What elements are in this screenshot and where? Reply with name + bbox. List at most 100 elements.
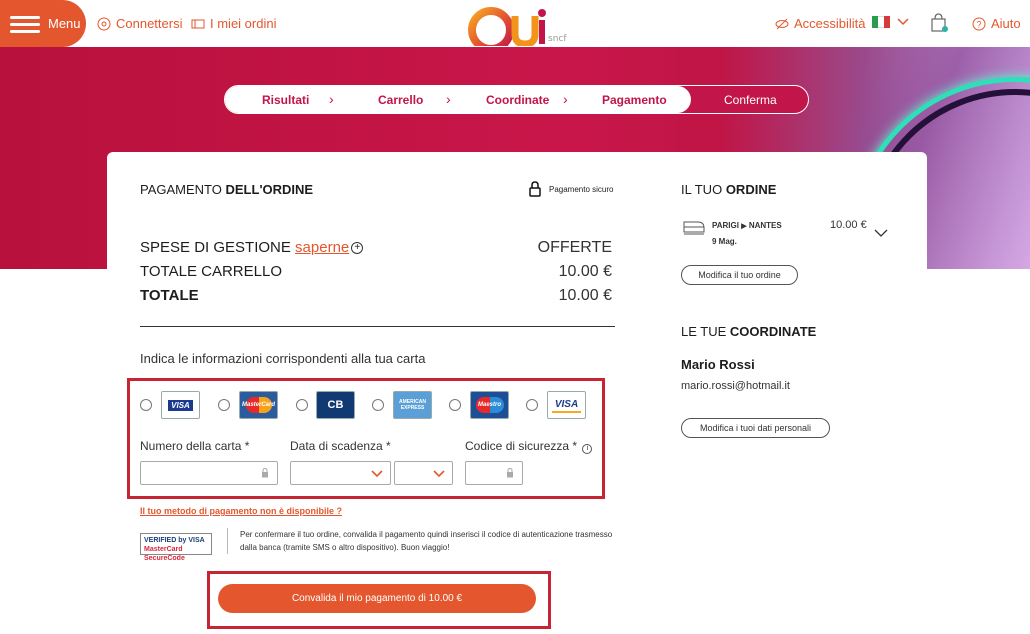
logo-subtext: sncf xyxy=(548,34,567,44)
step-chevron-icon: › xyxy=(563,91,568,107)
edit-personal-data-button[interactable]: Modifica i tuoi dati personali xyxy=(681,418,830,438)
radio-maestro[interactable] xyxy=(449,399,461,411)
step-coordinate[interactable]: Coordinate xyxy=(486,93,549,107)
visa-card-icon-2[interactable]: VISA xyxy=(547,391,586,419)
card-number-input[interactable] xyxy=(140,461,278,485)
cb-card-icon[interactable]: CB xyxy=(316,391,355,419)
step-risultati[interactable]: Risultati xyxy=(262,93,309,107)
contact-title-bold: COORDINATE xyxy=(729,324,817,339)
secure-payment-badge: Pagamento sicuro xyxy=(529,181,613,197)
hamburger-icon xyxy=(10,15,40,33)
total-row: TOTALE 10.00 € xyxy=(140,287,612,305)
menu-button[interactable]: Menu xyxy=(0,0,86,47)
my-orders-link[interactable]: I miei ordini xyxy=(191,16,276,31)
total-value: 10.00 € xyxy=(558,287,612,304)
italian-flag-icon xyxy=(872,16,890,28)
svg-text:?: ? xyxy=(976,19,981,29)
security-code-label-text: Codice di sicurezza * xyxy=(465,439,578,453)
padlock-icon xyxy=(529,181,541,197)
fees-row: SPESE DI GESTIONE saperne + OFFERTE xyxy=(140,239,612,257)
radio-visa-2[interactable] xyxy=(526,399,538,411)
chevron-down-icon xyxy=(371,470,383,478)
order-title-bold: ORDINE xyxy=(725,182,777,197)
question-circle-icon: ? xyxy=(972,17,986,30)
radio-amex[interactable] xyxy=(372,399,384,411)
cart-total-row: TOTALE CARRELLO 10.00 € xyxy=(140,263,612,281)
cb-logo-text: CB xyxy=(327,399,344,411)
ticket-icon xyxy=(191,19,205,28)
contact-section-title: LE TUE COORDINATE xyxy=(681,324,816,339)
top-header: Menu Connettersi I miei ordini sncf Acce… xyxy=(0,0,1030,47)
plus-circle-icon[interactable]: + xyxy=(351,242,364,255)
verified-by-visa-logo: VERIFIED by VISA MasterCard SecureCode xyxy=(140,533,212,562)
cart-total-label: TOTALE CARRELLO xyxy=(140,263,282,280)
amex-card-icon[interactable]: AMERICAN EXPRESS xyxy=(393,391,432,419)
payment-section-title: PAGAMENTO DELL'ORDINE xyxy=(140,182,313,197)
payment-unavailable-link[interactable]: Il tuo metodo di pagamento non è disponi… xyxy=(140,506,342,516)
step-pagamento[interactable]: Pagamento xyxy=(602,93,667,107)
mastercard-icon[interactable]: MasterCard xyxy=(239,391,278,419)
order-title-light: IL TUO xyxy=(681,182,723,197)
train-icon xyxy=(683,221,705,235)
radio-cb[interactable] xyxy=(296,399,308,411)
separator xyxy=(227,528,228,554)
security-code-label: Codice di sicurezza * i xyxy=(465,439,593,454)
chevron-down-icon xyxy=(897,18,909,26)
menu-label: Menu xyxy=(48,16,81,31)
order-section-title: IL TUO ORDINE xyxy=(681,182,776,197)
maestro-card-icon[interactable]: Maestro xyxy=(470,391,509,419)
route-arrow-icon: ▶ xyxy=(741,223,747,230)
my-orders-label: I miei ordini xyxy=(210,16,277,31)
help-label: Aiuto xyxy=(991,16,1021,31)
card-number-label: Numero della carta * xyxy=(140,439,250,453)
expiry-label: Data di scadenza * xyxy=(290,439,391,453)
radio-mastercard[interactable] xyxy=(218,399,230,411)
edit-order-button[interactable]: Modifica il tuo ordine xyxy=(681,265,798,285)
radio-visa[interactable] xyxy=(140,399,152,411)
padlock-icon xyxy=(507,468,513,478)
visa-logo-text-2: VISA xyxy=(551,397,582,413)
verified-by-visa-text: VERIFIED by VISA xyxy=(144,537,205,544)
info-icon[interactable]: i xyxy=(582,444,593,454)
payment-title-bold: DELL'ORDINE xyxy=(225,182,314,197)
amex-logo-text: AMERICAN EXPRESS xyxy=(399,399,426,411)
expiry-year-select[interactable] xyxy=(394,461,453,485)
chevron-down-icon[interactable] xyxy=(874,228,888,238)
step-chevron-icon: › xyxy=(329,91,334,107)
order-route: PARIGI ▶ NANTES xyxy=(712,221,782,230)
verification-note: Per confermare il tuo ordine, convalida … xyxy=(240,530,613,552)
maestro-logo-text: Maestro xyxy=(475,397,504,413)
mastercard-logo-text: MasterCard xyxy=(242,397,275,413)
cart-total-value: 10.00 € xyxy=(558,263,612,280)
step-conferma: Conferma xyxy=(724,93,777,107)
accessibility-link[interactable]: Accessibilità xyxy=(775,16,866,31)
route-from: PARIGI xyxy=(712,221,739,230)
cart-bag-icon[interactable] xyxy=(930,13,948,33)
secure-payment-label: Pagamento sicuro xyxy=(549,184,614,194)
language-selector[interactable] xyxy=(872,16,909,28)
payment-title-light: PAGAMENTO xyxy=(140,182,222,197)
user-circle-icon xyxy=(97,17,111,30)
expiry-month-select[interactable] xyxy=(290,461,391,485)
mastercard-securecode-text: MasterCard SecureCode xyxy=(144,546,185,562)
divider xyxy=(140,326,615,327)
checkout-stepper: Risultati › Carrello › Coordinate › Paga… xyxy=(224,85,809,114)
help-link[interactable]: ? Aiuto xyxy=(972,16,1021,31)
visa-logo-text: VISA xyxy=(168,399,193,411)
security-code-input[interactable] xyxy=(465,461,523,485)
contact-name: Mario Rossi xyxy=(681,357,755,372)
submit-payment-button[interactable]: Convalida il mio pagamento di 10.00 € xyxy=(218,584,536,613)
contact-email: mario.rossi@hotmail.it xyxy=(681,380,790,392)
order-date: 9 Mag. xyxy=(712,237,737,246)
saperne-link[interactable]: saperne xyxy=(295,239,349,256)
connect-link[interactable]: Connettersi xyxy=(97,16,182,31)
visa-card-icon[interactable]: VISA xyxy=(161,391,200,419)
fees-label: SPESE DI GESTIONE xyxy=(140,239,291,256)
chevron-down-icon xyxy=(433,470,445,478)
step-carrello[interactable]: Carrello xyxy=(378,93,423,107)
fees-value: OFFERTE xyxy=(537,239,612,256)
step-chevron-icon: › xyxy=(446,91,451,107)
contact-title-light: LE TUE xyxy=(681,324,727,339)
eye-slash-icon xyxy=(775,18,789,29)
total-label: TOTALE xyxy=(140,287,199,304)
